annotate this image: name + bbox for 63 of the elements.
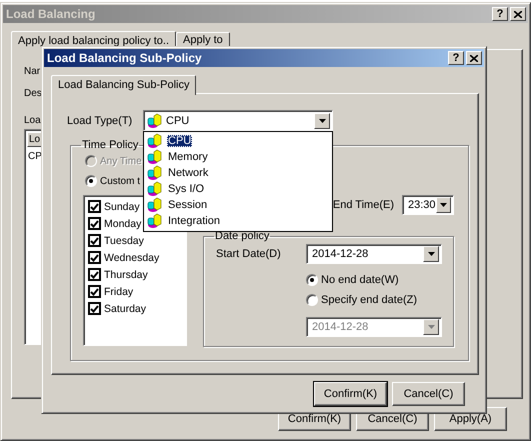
- group-title: Time Policy: [81, 139, 140, 151]
- window-title: Load Balancing: [6, 7, 96, 21]
- checkbox[interactable]: [88, 200, 101, 213]
- caret-icon: [440, 203, 447, 207]
- radio-button[interactable]: [306, 294, 318, 306]
- radio-button[interactable]: [85, 175, 97, 187]
- close-icon: [514, 10, 522, 18]
- day-label: Tuesday: [104, 234, 144, 246]
- dropdown-option[interactable]: Sys I/O: [146, 181, 332, 197]
- day-label: Friday: [104, 286, 134, 298]
- end-time-label: End Time(E): [332, 199, 394, 211]
- dialog-button[interactable]: Cancel(C): [392, 382, 465, 406]
- dropdown-option[interactable]: Network: [146, 165, 332, 181]
- caret-icon: [318, 118, 326, 122]
- start-date-label: Start Date(D): [216, 248, 282, 260]
- radio-label: Custom t: [100, 176, 140, 186]
- group-title: Date policy: [214, 230, 270, 242]
- checkbox[interactable]: [88, 302, 101, 315]
- shapes-icon: [147, 165, 163, 181]
- day-label: Wednesday: [104, 252, 160, 264]
- checkbox[interactable]: [88, 285, 101, 298]
- list-label: Loa: [24, 115, 41, 126]
- dropdown-option[interactable]: Memory: [146, 149, 332, 165]
- dialog-button[interactable]: Confirm(K): [314, 382, 387, 406]
- radio-label: Any Time: [100, 156, 142, 166]
- field-label: Des: [24, 88, 42, 99]
- help-button[interactable]: ?: [448, 51, 464, 65]
- shapes-icon: [147, 149, 163, 165]
- checkbox[interactable]: [88, 217, 101, 230]
- window-title: Load Balancing Sub-Policy: [47, 51, 202, 65]
- column-header: Lo: [27, 132, 42, 147]
- checkbox[interactable]: [88, 251, 101, 264]
- shapes-icon: [147, 112, 163, 128]
- close-button[interactable]: [466, 51, 482, 65]
- load-type-label: Load Type(T): [67, 114, 134, 126]
- field-label: Nar: [24, 66, 40, 77]
- radio-label: No end date(W): [321, 274, 399, 286]
- dropdown-option[interactable]: CPU: [146, 133, 332, 149]
- shapes-icon: [147, 197, 163, 213]
- radio-label: Specify end date(Z): [321, 294, 417, 306]
- day-label: Thursday: [104, 268, 148, 280]
- day-label: Monday: [104, 218, 142, 230]
- dropdown-button[interactable]: [314, 112, 330, 128]
- radio-button[interactable]: [306, 274, 318, 286]
- dropdown-button[interactable]: [423, 246, 439, 262]
- day-label: Saturday: [104, 302, 146, 314]
- dropdown-field[interactable]: CPU: [143, 110, 333, 131]
- caret-icon: [428, 252, 434, 256]
- shapes-icon: [147, 181, 163, 197]
- dropdown-option[interactable]: Integration: [146, 213, 332, 229]
- dropdown-field[interactable]: 2014-12-28: [306, 244, 442, 264]
- tab[interactable]: Load Balancing Sub-Policy: [51, 75, 196, 95]
- day-label: Sunday: [104, 200, 140, 212]
- list-row[interactable]: CP: [27, 147, 42, 162]
- caret-icon: [428, 325, 434, 329]
- checkbox[interactable]: [88, 268, 101, 281]
- checkbox[interactable]: [88, 234, 101, 247]
- dropdown-field[interactable]: 23:30: [402, 195, 454, 215]
- dropdown-button[interactable]: [436, 197, 451, 213]
- shapes-icon: [147, 213, 163, 229]
- dropdown-option[interactable]: Session: [146, 197, 332, 213]
- close-icon: [470, 54, 478, 62]
- shapes-icon: [147, 133, 163, 149]
